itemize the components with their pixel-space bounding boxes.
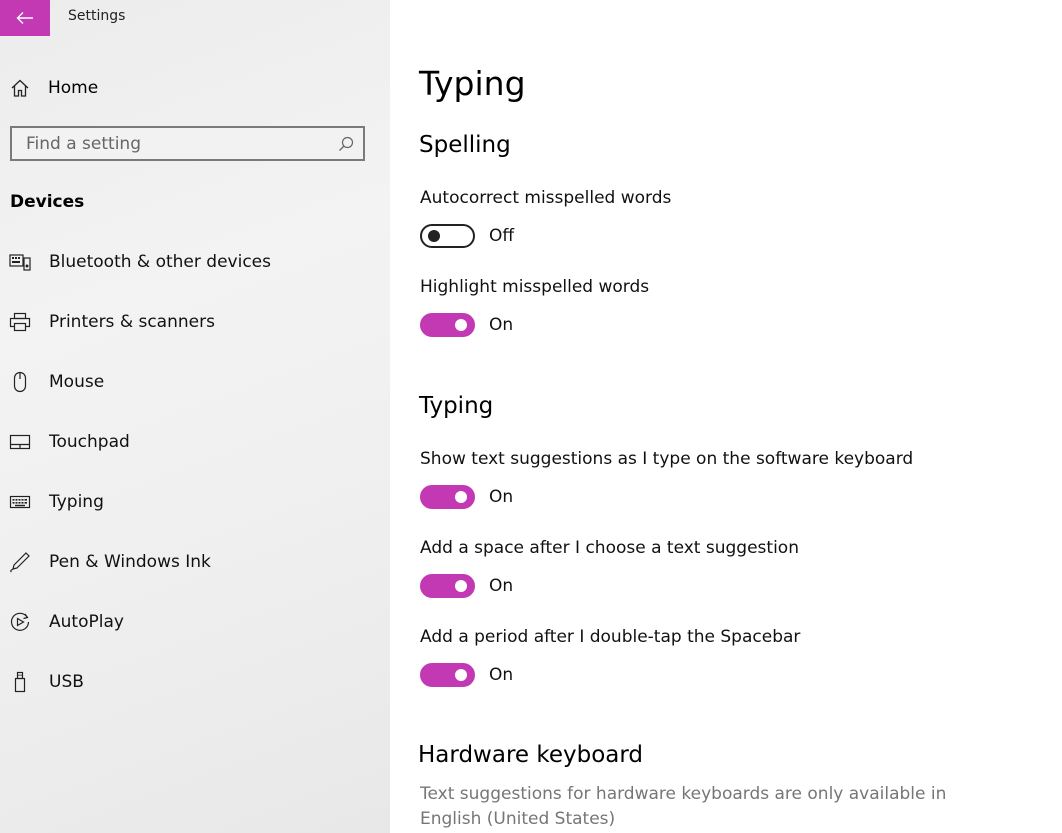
toggle-knob [428,230,440,242]
app-title: Settings [68,8,126,24]
sidebar-item-label: Typing [49,492,104,512]
toggle-state-text: On [489,576,514,596]
sidebar-item-autoplay[interactable]: AutoPlay [9,608,124,636]
main-panel: Typing Spelling Autocorrect misspelled w… [390,0,1062,833]
pen-icon [9,551,31,573]
setting-label-add-space: Add a space after I choose a text sugges… [420,538,799,558]
back-button[interactable] [0,0,50,36]
search-box [10,126,365,161]
sidebar-item-mouse[interactable]: Mouse [9,368,104,396]
search-input[interactable] [12,128,326,159]
toggle-knob [455,580,467,592]
sidebar-item-label: USB [49,672,84,692]
sidebar-item-usb[interactable]: USB [9,668,84,696]
sidebar-item-label: Pen & Windows Ink [49,552,211,572]
setting-label-autocorrect: Autocorrect misspelled words [420,188,672,208]
toggle-state-text: On [489,665,514,685]
highlight-misspelled-toggle[interactable] [420,313,475,337]
toggle-state-text: On [489,315,514,335]
sidebar-item-label: Bluetooth & other devices [49,252,271,272]
printer-icon [9,312,31,332]
toggle-state-text: Off [489,226,515,246]
group-title-spelling: Spelling [419,132,511,158]
sidebar-item-label: Mouse [49,372,105,392]
text-suggestions-toggle[interactable] [420,485,475,509]
toggle-knob [455,319,467,331]
nav-home[interactable]: Home [10,76,98,100]
mouse-icon [9,371,31,393]
group-title-typing: Typing [419,393,494,419]
sidebar: Settings Home Devices Bluetooth & o [0,0,390,833]
section-heading-devices: Devices [10,192,85,212]
search-icon[interactable] [338,136,354,156]
home-icon [11,79,29,97]
add-period-toggle[interactable] [420,663,475,687]
sidebar-item-pen[interactable]: Pen & Windows Ink [9,548,211,576]
add-space-toggle[interactable] [420,574,475,598]
group-title-hardware-keyboard: Hardware keyboard [418,742,644,768]
page-title: Typing [419,64,526,103]
autocorrect-toggle[interactable] [420,224,475,248]
toggle-knob [455,669,467,681]
setting-label-highlight: Highlight misspelled words [420,277,650,297]
keyboard-icon [9,494,31,510]
sidebar-item-bluetooth[interactable]: Bluetooth & other devices [9,248,271,276]
setting-label-text-suggestions: Show text suggestions as I type on the s… [420,449,914,469]
hardware-keyboard-description: Text suggestions for hardware keyboards … [420,784,947,829]
sidebar-item-label: Touchpad [49,432,130,452]
autoplay-icon [9,611,31,633]
back-arrow-icon [16,12,33,24]
nav-home-label: Home [48,78,99,98]
sidebar-item-touchpad[interactable]: Touchpad [9,428,130,456]
bluetooth-devices-icon [9,252,31,272]
setting-label-add-period: Add a period after I double-tap the Spac… [420,627,801,647]
usb-icon [9,671,31,693]
sidebar-item-typing[interactable]: Typing [9,488,104,516]
touchpad-icon [9,433,31,451]
sidebar-item-printers[interactable]: Printers & scanners [9,308,215,336]
sidebar-item-label: Printers & scanners [49,312,215,332]
toggle-knob [455,491,467,503]
sidebar-item-label: AutoPlay [49,612,124,632]
toggle-state-text: On [489,487,514,507]
